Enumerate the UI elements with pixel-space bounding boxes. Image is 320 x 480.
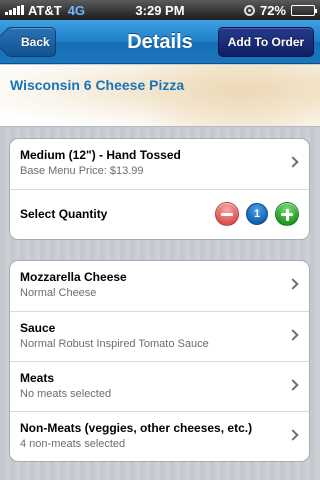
topping-title: Meats — [20, 371, 55, 385]
product-name: Wisconsin 6 Cheese Pizza — [10, 77, 185, 93]
carrier-label: AT&T — [28, 2, 62, 18]
topping-subtitle: No meats selected — [20, 388, 112, 400]
size-crust-title: Medium (12") - Hand Tossed — [20, 148, 181, 162]
topping-title: Sauce — [20, 321, 56, 335]
battery-icon — [291, 4, 317, 16]
chevron-right-icon — [287, 329, 299, 341]
back-button[interactable]: Back — [6, 27, 56, 57]
base-price-label: Base Menu Price: $13.99 — [20, 165, 144, 177]
battery-percent: 72% — [259, 2, 286, 18]
chevron-right-icon — [287, 278, 299, 290]
product-header: Wisconsin 6 Cheese Pizza — [0, 65, 320, 127]
order-options-group: Medium (12") - Hand Tossed Base Menu Pri… — [9, 138, 310, 240]
network-type: 4G — [67, 2, 86, 18]
topping-subtitle: 4 non-meats selected — [20, 438, 126, 450]
navigation-bar: Details Back Add To Order — [0, 20, 320, 64]
signal-strength-icon — [5, 5, 24, 15]
chevron-right-icon — [287, 379, 299, 391]
topping-title: Mozzarella Cheese — [20, 270, 127, 284]
topping-subtitle: Normal Robust Inspired Tomato Sauce — [20, 338, 209, 350]
topping-row-meats[interactable]: Meats No meats selected — [10, 361, 309, 411]
topping-row-non-meats[interactable]: Non-Meats (veggies, other cheeses, etc.)… — [10, 411, 309, 461]
chevron-right-icon — [287, 429, 299, 441]
details-content: Medium (12") - Hand Tossed Base Menu Pri… — [0, 128, 320, 480]
pizza-image — [120, 65, 320, 126]
decrease-quantity-button[interactable] — [215, 202, 239, 226]
size-crust-row[interactable]: Medium (12") - Hand Tossed Base Menu Pri… — [10, 139, 309, 189]
topping-subtitle: Normal Cheese — [20, 287, 97, 299]
quantity-value: 1 — [246, 203, 268, 225]
back-button-label: Back — [21, 35, 50, 49]
chevron-right-icon — [287, 156, 299, 168]
status-bar: AT&T 4G 3:29 PM 72% — [0, 0, 320, 20]
rotation-lock-icon — [243, 4, 255, 16]
add-to-order-button[interactable]: Add To Order — [218, 27, 314, 57]
toppings-group: Mozzarella Cheese Normal Cheese Sauce No… — [9, 260, 310, 462]
increase-quantity-button[interactable] — [275, 202, 299, 226]
topping-title: Non-Meats (veggies, other cheeses, etc.) — [20, 421, 253, 435]
topping-row-sauce[interactable]: Sauce Normal Robust Inspired Tomato Sauc… — [10, 311, 309, 361]
topping-row-cheese[interactable]: Mozzarella Cheese Normal Cheese — [10, 261, 309, 311]
quantity-row: Select Quantity 1 — [10, 189, 309, 239]
quantity-stepper: 1 — [215, 202, 299, 226]
